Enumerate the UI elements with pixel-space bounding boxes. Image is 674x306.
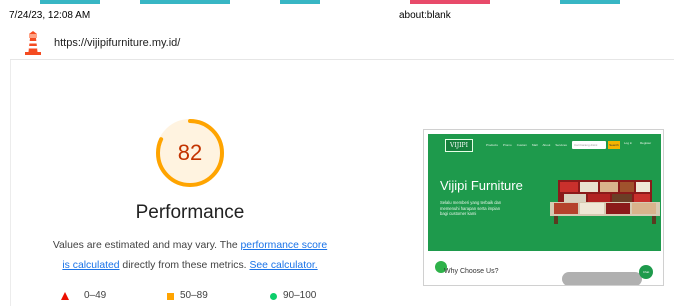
site-nav: Products Promo Custom Mall About Service…: [486, 143, 581, 147]
description-text: directly from these metrics.: [119, 260, 250, 271]
final-screenshot-thumbnail[interactable]: VIJIPI Products Promo Custom Mall About …: [423, 129, 664, 286]
print-header: 7/24/23, 12:08 AM about:blank: [0, 0, 674, 28]
legend-fail-triangle-icon: [61, 292, 69, 300]
header-decoration-stripe: [40, 0, 100, 4]
site-nav-item: Custom: [516, 143, 528, 147]
site-hero-tagline: Selalu memberi yang terbaik dan memenuhi…: [440, 200, 502, 217]
legend-range-fail: 0–49: [84, 290, 107, 301]
site-nav-item: Services: [555, 143, 567, 147]
report-url-bar: https://vijipifurniture.my.id/: [10, 28, 674, 60]
report-divider: [10, 60, 11, 306]
site-nav-item: About: [542, 143, 551, 147]
site-search-input: Cari barang disini: [572, 141, 606, 149]
category-title: Performance: [135, 202, 245, 223]
site-logo: VIJIPI: [445, 139, 473, 152]
header-decoration-stripe: [410, 0, 490, 4]
site-section-title: Why Choose Us?: [444, 268, 499, 275]
header-decoration-stripe: [560, 0, 620, 4]
see-calculator-link[interactable]: See calculator.: [249, 260, 317, 271]
site-register-link: Register: [640, 141, 652, 145]
legend-average-square-icon: [167, 293, 174, 300]
site-login-link: Log in: [624, 141, 633, 145]
report-url[interactable]: https://vijipifurniture.my.id/: [54, 37, 180, 49]
header-decoration-stripe: [280, 0, 320, 4]
site-search-button: Search: [608, 141, 620, 149]
description-text: Values are estimated and may vary. The: [52, 240, 241, 251]
print-page-title: about:blank: [399, 10, 451, 21]
performance-score: 82: [177, 140, 203, 165]
site-chat-button: Chat: [639, 265, 653, 279]
legend-range-pass: 90–100: [283, 290, 317, 301]
site-nav-item: Products: [486, 143, 498, 147]
site-nav-item: Mall: [532, 143, 538, 147]
site-hero-title: Vijipi Furniture: [440, 178, 523, 193]
site-hero: VIJIPI Products Promo Custom Mall About …: [428, 134, 661, 251]
site-chat-bar: [562, 272, 642, 285]
site-nav-item: Promo: [502, 143, 512, 147]
header-decoration-stripe: [140, 0, 230, 4]
legend-range-average: 50–89: [180, 290, 208, 301]
legend-pass-circle-icon: [270, 293, 277, 300]
print-datetime: 7/24/23, 12:08 AM: [9, 10, 91, 21]
sofa-image: [550, 180, 660, 224]
lighthouse-logo-icon: [25, 31, 41, 55]
score-description: Values are estimated and may vary. The p…: [18, 236, 362, 276]
